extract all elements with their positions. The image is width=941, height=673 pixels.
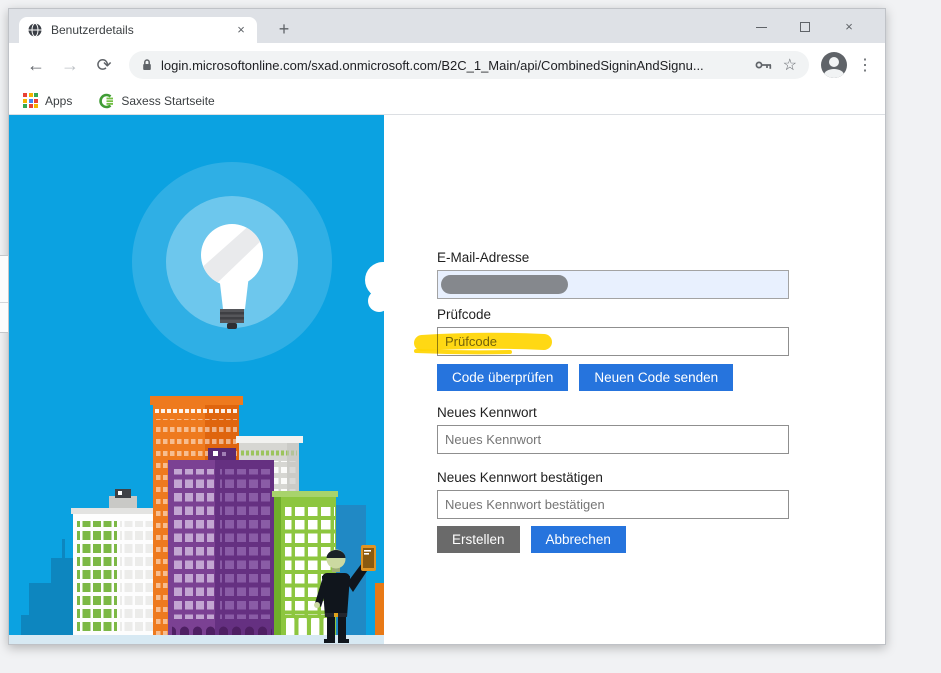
browser-toolbar: ← → ⟳ login.microsoftonline.com/sxad.onm… [9, 43, 885, 87]
globe-favicon-icon [27, 22, 43, 38]
bookmark-label: Apps [45, 94, 72, 108]
tab-strip: Benutzerdetails × + × [9, 9, 885, 43]
address-bar[interactable]: login.microsoftonline.com/sxad.onmicroso… [129, 51, 809, 79]
redaction-blob [441, 275, 568, 294]
bookmark-label: Saxess Startseite [121, 94, 214, 108]
back-icon[interactable]: ← [23, 55, 49, 76]
create-button[interactable]: Erstellen [437, 526, 520, 553]
tab-title: Benutzerdetails [51, 23, 233, 37]
bookmark-star-icon[interactable]: ☆ [783, 55, 797, 75]
browser-menu-icon[interactable]: ⋮ [855, 55, 875, 75]
avatar-body-icon [824, 69, 844, 78]
maximize-icon [800, 22, 810, 32]
browser-window: Benutzerdetails × + × ← → ⟳ login.micros… [8, 8, 886, 645]
reload-icon[interactable]: ⟳ [91, 55, 117, 76]
window-controls: × [739, 11, 871, 41]
new-password-field[interactable] [437, 425, 789, 454]
new-password-label: Neues Kennwort [437, 405, 789, 420]
forward-icon[interactable]: → [57, 55, 83, 76]
close-button[interactable]: × [827, 19, 871, 34]
profile-avatar[interactable] [821, 52, 847, 78]
maximize-button[interactable] [783, 19, 827, 34]
b2c-signup-form: E-Mail-Adresse Prüfcode Code überprüfen … [437, 250, 789, 553]
verification-code-label: Prüfcode [437, 307, 789, 322]
bookmark-saxess-startseite[interactable]: Saxess Startseite [98, 93, 214, 109]
saved-password-key-icon[interactable] [755, 59, 773, 71]
tab-close-icon[interactable]: × [233, 22, 249, 38]
background-window-sliver [0, 255, 9, 333]
form-area: E-Mail-Adresse Prüfcode Code überprüfen … [384, 115, 885, 644]
saxess-gear-icon [98, 93, 114, 109]
confirm-password-field[interactable] [437, 490, 789, 519]
minimize-icon [756, 27, 767, 28]
url-text[interactable]: login.microsoftonline.com/sxad.onmicroso… [161, 58, 745, 73]
page-content: E-Mail-Adresse Prüfcode Code überprüfen … [9, 115, 885, 644]
cancel-button[interactable]: Abbrechen [531, 526, 626, 553]
tab-benutzerdetails[interactable]: Benutzerdetails × [19, 17, 257, 43]
bookmark-apps[interactable]: Apps [23, 93, 72, 108]
bookmarks-bar: Apps Saxess Startseite [9, 87, 885, 115]
lightbulb-city-illustration [9, 115, 384, 644]
verify-code-button[interactable]: Code überprüfen [437, 364, 568, 391]
lock-icon [141, 58, 153, 72]
email-label: E-Mail-Adresse [437, 250, 789, 265]
verification-code-field[interactable] [437, 327, 789, 356]
resend-code-button[interactable]: Neuen Code senden [579, 364, 733, 391]
apps-grid-icon [23, 93, 38, 108]
new-tab-button[interactable]: + [271, 18, 297, 42]
minimize-button[interactable] [739, 19, 783, 34]
avatar-head-icon [829, 57, 839, 67]
confirm-password-label: Neues Kennwort bestätigen [437, 470, 789, 485]
